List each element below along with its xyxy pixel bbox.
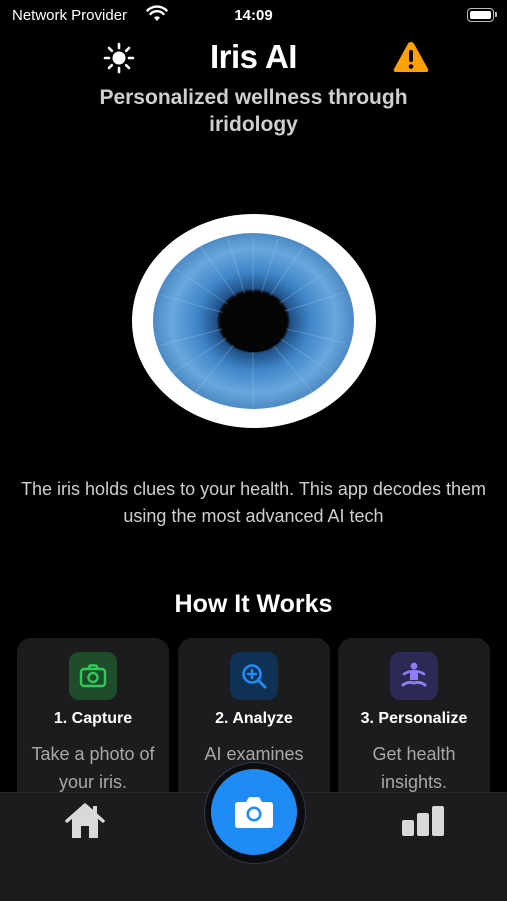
pupil: [221, 292, 287, 352]
step-card-personalize: 3. Personalize Get health insights.: [338, 638, 490, 808]
app-subtitle: Personalized wellness through iridology: [99, 86, 408, 136]
step-title: 1. Capture: [53, 710, 133, 727]
tagline: The iris holds clues to your health. Thi…: [21, 479, 486, 526]
clock: 14:09: [234, 7, 273, 24]
home-icon[interactable]: [64, 802, 106, 840]
camera-button[interactable]: [211, 769, 297, 855]
step-description: Take a photo of your iris.: [31, 744, 155, 792]
warning-icon[interactable]: [392, 40, 430, 74]
sun-icon[interactable]: [103, 42, 135, 74]
section-title: How It Works: [174, 590, 333, 618]
app-title: Iris AI: [210, 38, 297, 75]
step-title: 2. Analyze: [215, 710, 293, 727]
app-header: Iris AI: [0, 38, 507, 82]
camera-icon: [69, 652, 117, 700]
stats-icon[interactable]: [401, 806, 445, 836]
camera-icon: [235, 797, 273, 828]
meditation-icon: [390, 652, 438, 700]
battery-icon: [467, 8, 497, 22]
step-description: Get health insights.: [372, 744, 456, 792]
magnifier-plus-icon: [230, 652, 278, 700]
step-title: 3. Personalize: [360, 710, 468, 727]
step-card-capture: 1. Capture Take a photo of your iris.: [17, 638, 169, 808]
status-bar: Network Provider 14:09: [0, 0, 507, 32]
